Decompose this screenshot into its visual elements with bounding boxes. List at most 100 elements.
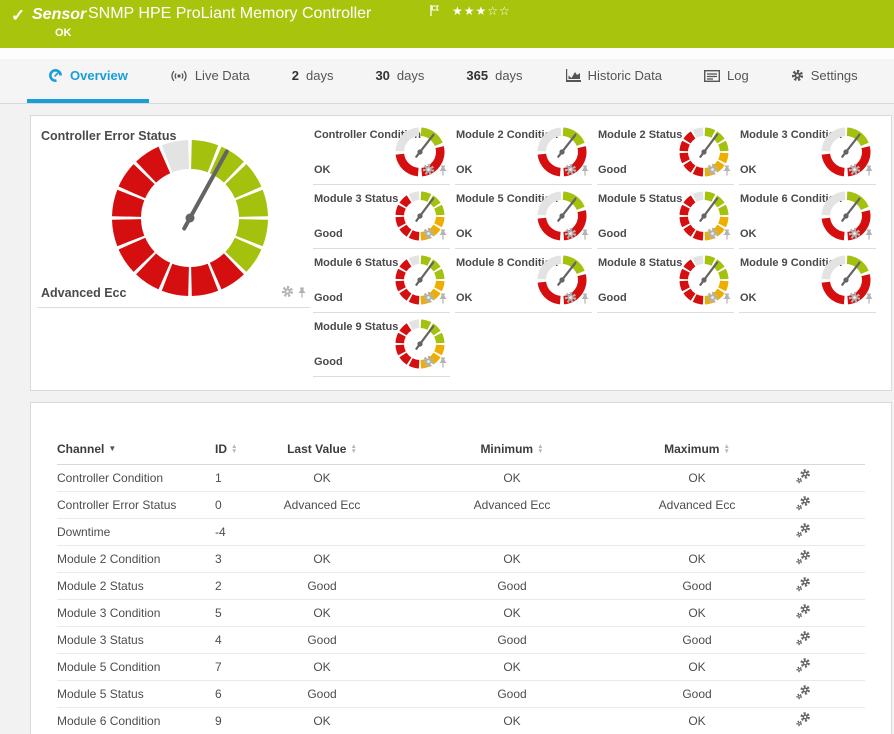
gauge-cell-module-5-status[interactable]: Module 5 Status Good — [597, 185, 734, 249]
pin-icon[interactable] — [864, 227, 874, 245]
gauge-cell-controller-condition[interactable]: Controller Condition OK — [313, 121, 450, 185]
tab-days[interactable]: 365 days — [445, 48, 543, 103]
column-header-last-value[interactable]: Last Value ▲ ▼ — [272, 434, 372, 465]
pin-icon[interactable] — [722, 291, 732, 309]
column-header-maximum[interactable]: Maximum ▲ ▼ — [652, 434, 742, 465]
gauge-cell-module-3-status[interactable]: Module 3 Status Good — [313, 185, 450, 249]
gauge-cell-module-6-status[interactable]: Module 6 Status Good — [313, 249, 450, 313]
gear-icon[interactable] — [848, 291, 861, 309]
flag-icon[interactable] — [430, 3, 440, 21]
gauge-value: Good — [598, 292, 627, 304]
gauge-cell-module-2-condition[interactable]: Module 2 Condition OK — [455, 121, 592, 185]
gauge-actions — [422, 291, 448, 309]
id-cell: 2 — [215, 572, 272, 600]
tab-settings[interactable]: Settings — [770, 48, 879, 103]
pin-icon[interactable] — [438, 291, 448, 309]
channel-cell: Downtime — [57, 518, 215, 546]
chart-icon — [565, 69, 581, 82]
tab-historic-data[interactable]: Historic Data — [544, 48, 683, 103]
gauge-value: OK — [740, 228, 757, 240]
primary-gauge-cell[interactable]: Controller Error Status Advanced Ecc — [37, 121, 310, 308]
sort-both-icon: ▲ ▼ — [723, 442, 730, 455]
gear-icon[interactable] — [706, 291, 719, 309]
small-gauge-grid: Controller Condition OK Module 2 Condition… — [313, 121, 883, 377]
channel-cell: Controller Error Status — [57, 491, 215, 519]
gauge-cell-module-2-status[interactable]: Module 2 Status Good — [597, 121, 734, 185]
pin-icon[interactable] — [864, 163, 874, 181]
gauge-actions — [564, 291, 590, 309]
gear-icon[interactable] — [422, 355, 435, 373]
channel-cell: Module 6 Condition — [57, 707, 215, 734]
pin-icon[interactable] — [438, 163, 448, 181]
channel-cell: Module 2 Condition — [57, 545, 215, 573]
channel-cell: Module 5 Condition — [57, 653, 215, 681]
gear-icon[interactable] — [564, 163, 577, 181]
tab-overview[interactable]: Overview — [27, 48, 149, 103]
channel-settings-icon[interactable] — [795, 684, 812, 704]
gear-icon[interactable] — [848, 163, 861, 181]
gauge-cell-module-6-condition[interactable]: Module 6 Condition OK — [739, 185, 876, 249]
tab-days[interactable]: 2 days — [271, 48, 355, 103]
primary-gauge[interactable] — [109, 137, 271, 304]
tab-number: 365 — [466, 68, 489, 83]
gauge-cell-module-5-condition[interactable]: Module 5 Condition OK — [455, 185, 592, 249]
pin-icon[interactable] — [722, 163, 732, 181]
gauge-cell-module-9-status[interactable]: Module 9 Status Good — [313, 313, 450, 377]
last-value-cell: Good — [272, 572, 372, 600]
id-cell: 5 — [215, 599, 272, 627]
gear-icon[interactable] — [422, 291, 435, 309]
tab-number: 2 — [291, 68, 299, 83]
channel-settings-icon[interactable] — [795, 576, 812, 596]
gear-icon[interactable] — [422, 163, 435, 181]
table-row: Module 3 Condition 5 OK OK OK — [57, 599, 865, 627]
pin-icon[interactable] — [438, 227, 448, 245]
tab-label: Log — [726, 68, 749, 83]
channel-settings-icon[interactable] — [795, 495, 812, 515]
channel-settings-icon[interactable] — [795, 549, 812, 569]
pin-icon[interactable] — [580, 291, 590, 309]
gauge-cell-module-8-status[interactable]: Module 8 Status Good — [597, 249, 734, 313]
gauge-cell-module-9-condition[interactable]: Module 9 Condition OK — [739, 249, 876, 313]
status-check-icon: ✓ — [11, 6, 26, 25]
gauge-actions — [848, 291, 874, 309]
sort-desc-icon: ▼ — [108, 444, 117, 454]
channel-settings-icon[interactable] — [795, 630, 812, 650]
channel-settings-icon[interactable] — [795, 657, 812, 677]
gear-icon[interactable] — [706, 227, 719, 245]
gauge-cell-module-8-condition[interactable]: Module 8 Condition OK — [455, 249, 592, 313]
channel-settings-icon[interactable] — [795, 603, 812, 623]
gauge-cell-module-3-condition[interactable]: Module 3 Condition OK — [739, 121, 876, 185]
pin-icon[interactable] — [580, 227, 590, 245]
channel-cell: Module 3 Condition — [57, 599, 215, 627]
column-label: Maximum — [664, 441, 720, 456]
id-cell: 9 — [215, 707, 272, 734]
table-row: Module 2 Status 2 Good Good Good — [57, 572, 865, 600]
pin-icon[interactable] — [297, 285, 307, 303]
tab-days[interactable]: 30 days — [354, 48, 445, 103]
maximum-cell: OK — [652, 707, 742, 734]
gear-icon[interactable] — [564, 227, 577, 245]
tab-live-data[interactable]: Live Data — [149, 48, 271, 103]
column-header-channel[interactable]: Channel ▼ — [57, 434, 215, 465]
pin-icon[interactable] — [580, 163, 590, 181]
tab-log[interactable]: Log — [683, 48, 770, 103]
priority-stars[interactable]: ★★★☆☆ — [452, 4, 511, 18]
gear-icon[interactable] — [564, 291, 577, 309]
maximum-cell: Advanced Ecc — [652, 491, 742, 519]
table-row: Module 5 Condition 7 OK OK OK — [57, 653, 865, 681]
gear-icon[interactable] — [422, 227, 435, 245]
gear-icon[interactable] — [281, 285, 294, 303]
column-header-minimum[interactable]: Minimum ▲ ▼ — [372, 434, 652, 465]
channel-settings-icon[interactable] — [795, 468, 812, 488]
pin-icon[interactable] — [722, 227, 732, 245]
pin-icon[interactable] — [438, 355, 448, 373]
channel-settings-icon[interactable] — [795, 522, 812, 542]
pin-icon[interactable] — [864, 291, 874, 309]
column-header-id[interactable]: ID ▲ ▼ — [215, 434, 272, 465]
gear-icon[interactable] — [848, 227, 861, 245]
last-value-cell: Good — [272, 626, 372, 654]
channel-settings-icon[interactable] — [795, 711, 812, 731]
gear-icon[interactable] — [706, 163, 719, 181]
table-row: Module 6 Condition 9 OK OK OK — [57, 707, 865, 734]
channel-table-panel: Channel ▼ ID ▲ ▼ Last Value ▲ ▼ Minimum ▲ ▼ Maximum… — [30, 402, 892, 734]
